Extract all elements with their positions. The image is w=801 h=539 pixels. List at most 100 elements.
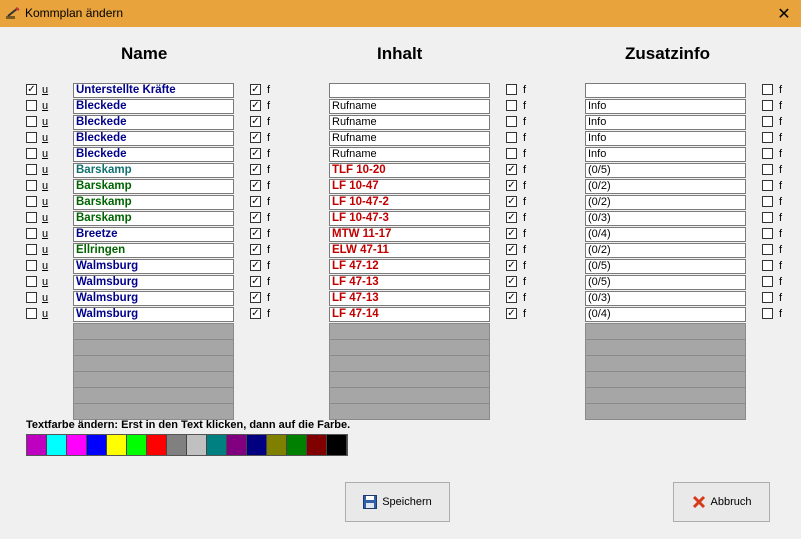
zusatzinfo-f-checkbox[interactable] [762, 292, 773, 303]
name-cell[interactable]: Unterstellte Kräfte [73, 83, 234, 98]
name-f-checkbox[interactable] [250, 132, 261, 143]
name-cell[interactable]: Barskamp [73, 163, 234, 178]
name-cell[interactable]: Bleckede [73, 115, 234, 130]
u-checkbox[interactable] [26, 84, 37, 95]
color-swatch[interactable] [147, 435, 167, 455]
inhalt-cell[interactable]: LF 47-12 [329, 259, 490, 274]
color-swatch[interactable] [287, 435, 307, 455]
inhalt-cell[interactable]: Rufname [329, 131, 490, 146]
zusatzinfo-f-checkbox[interactable] [762, 276, 773, 287]
name-f-checkbox[interactable] [250, 196, 261, 207]
zusatzinfo-cell[interactable]: (0/5) [585, 275, 746, 290]
name-f-checkbox[interactable] [250, 260, 261, 271]
zusatzinfo-f-checkbox[interactable] [762, 164, 773, 175]
inhalt-f-checkbox[interactable] [506, 180, 517, 191]
zusatzinfo-f-checkbox[interactable] [762, 148, 773, 159]
name-cell[interactable]: Walmsburg [73, 291, 234, 306]
name-f-checkbox[interactable] [250, 308, 261, 319]
color-swatch[interactable] [307, 435, 327, 455]
u-checkbox[interactable] [26, 100, 37, 111]
inhalt-f-checkbox[interactable] [506, 100, 517, 111]
zusatzinfo-f-checkbox[interactable] [762, 180, 773, 191]
u-checkbox[interactable] [26, 196, 37, 207]
inhalt-f-checkbox[interactable] [506, 228, 517, 239]
color-swatch[interactable] [27, 435, 47, 455]
zusatzinfo-f-checkbox[interactable] [762, 228, 773, 239]
inhalt-f-checkbox[interactable] [506, 276, 517, 287]
name-cell[interactable]: Ellringen [73, 243, 234, 258]
zusatzinfo-cell[interactable]: Info [585, 115, 746, 130]
color-swatch[interactable] [87, 435, 107, 455]
inhalt-cell[interactable] [329, 83, 490, 98]
color-swatch[interactable] [267, 435, 287, 455]
zusatzinfo-f-checkbox[interactable] [762, 244, 773, 255]
inhalt-f-checkbox[interactable] [506, 132, 517, 143]
inhalt-cell[interactable]: LF 10-47-3 [329, 211, 490, 226]
inhalt-cell[interactable]: Rufname [329, 147, 490, 162]
inhalt-cell[interactable]: TLF 10-20 [329, 163, 490, 178]
zusatzinfo-cell[interactable] [585, 83, 746, 98]
name-f-checkbox[interactable] [250, 116, 261, 127]
color-swatch[interactable] [107, 435, 127, 455]
zusatzinfo-cell[interactable]: (0/2) [585, 179, 746, 194]
zusatzinfo-f-checkbox[interactable] [762, 132, 773, 143]
name-cell[interactable]: Bleckede [73, 131, 234, 146]
zusatzinfo-cell[interactable]: Info [585, 99, 746, 114]
inhalt-cell[interactable]: LF 47-13 [329, 275, 490, 290]
zusatzinfo-cell[interactable]: (0/2) [585, 243, 746, 258]
zusatzinfo-cell[interactable]: (0/2) [585, 195, 746, 210]
inhalt-cell[interactable]: LF 10-47 [329, 179, 490, 194]
name-cell[interactable]: Breetze [73, 227, 234, 242]
color-swatch[interactable] [247, 435, 267, 455]
color-swatch[interactable] [167, 435, 187, 455]
u-checkbox[interactable] [26, 276, 37, 287]
u-checkbox[interactable] [26, 308, 37, 319]
name-cell[interactable]: Barskamp [73, 179, 234, 194]
name-cell[interactable]: Barskamp [73, 195, 234, 210]
color-swatch[interactable] [127, 435, 147, 455]
zusatzinfo-f-checkbox[interactable] [762, 260, 773, 271]
color-swatch[interactable] [47, 435, 67, 455]
zusatzinfo-cell[interactable]: (0/5) [585, 259, 746, 274]
color-swatch[interactable] [207, 435, 227, 455]
inhalt-f-checkbox[interactable] [506, 116, 517, 127]
name-f-checkbox[interactable] [250, 164, 261, 175]
u-checkbox[interactable] [26, 260, 37, 271]
name-cell[interactable]: Bleckede [73, 99, 234, 114]
inhalt-cell[interactable]: Rufname [329, 99, 490, 114]
name-cell[interactable]: Walmsburg [73, 259, 234, 274]
color-swatch[interactable] [67, 435, 87, 455]
u-checkbox[interactable] [26, 148, 37, 159]
zusatzinfo-cell[interactable]: (0/3) [585, 291, 746, 306]
u-checkbox[interactable] [26, 212, 37, 223]
color-swatch[interactable] [187, 435, 207, 455]
inhalt-cell[interactable]: ELW 47-11 [329, 243, 490, 258]
u-checkbox[interactable] [26, 116, 37, 127]
save-button[interactable]: Speichern [345, 482, 450, 522]
inhalt-f-checkbox[interactable] [506, 260, 517, 271]
zusatzinfo-f-checkbox[interactable] [762, 100, 773, 111]
u-checkbox[interactable] [26, 164, 37, 175]
u-checkbox[interactable] [26, 292, 37, 303]
name-f-checkbox[interactable] [250, 244, 261, 255]
u-checkbox[interactable] [26, 180, 37, 191]
name-cell[interactable]: Walmsburg [73, 307, 234, 322]
zusatzinfo-cell[interactable]: Info [585, 147, 746, 162]
inhalt-f-checkbox[interactable] [506, 196, 517, 207]
u-checkbox[interactable] [26, 228, 37, 239]
zusatzinfo-cell[interactable]: (0/4) [585, 307, 746, 322]
color-swatch[interactable] [327, 435, 347, 455]
name-f-checkbox[interactable] [250, 84, 261, 95]
inhalt-f-checkbox[interactable] [506, 164, 517, 175]
inhalt-cell[interactable]: LF 47-14 [329, 307, 490, 322]
close-icon[interactable]: ✕ [767, 0, 801, 27]
name-f-checkbox[interactable] [250, 212, 261, 223]
color-swatch[interactable] [227, 435, 247, 455]
name-f-checkbox[interactable] [250, 180, 261, 191]
inhalt-cell[interactable]: Rufname [329, 115, 490, 130]
zusatzinfo-cell[interactable]: (0/5) [585, 163, 746, 178]
inhalt-cell[interactable]: LF 10-47-2 [329, 195, 490, 210]
name-f-checkbox[interactable] [250, 100, 261, 111]
u-checkbox[interactable] [26, 244, 37, 255]
zusatzinfo-f-checkbox[interactable] [762, 84, 773, 95]
